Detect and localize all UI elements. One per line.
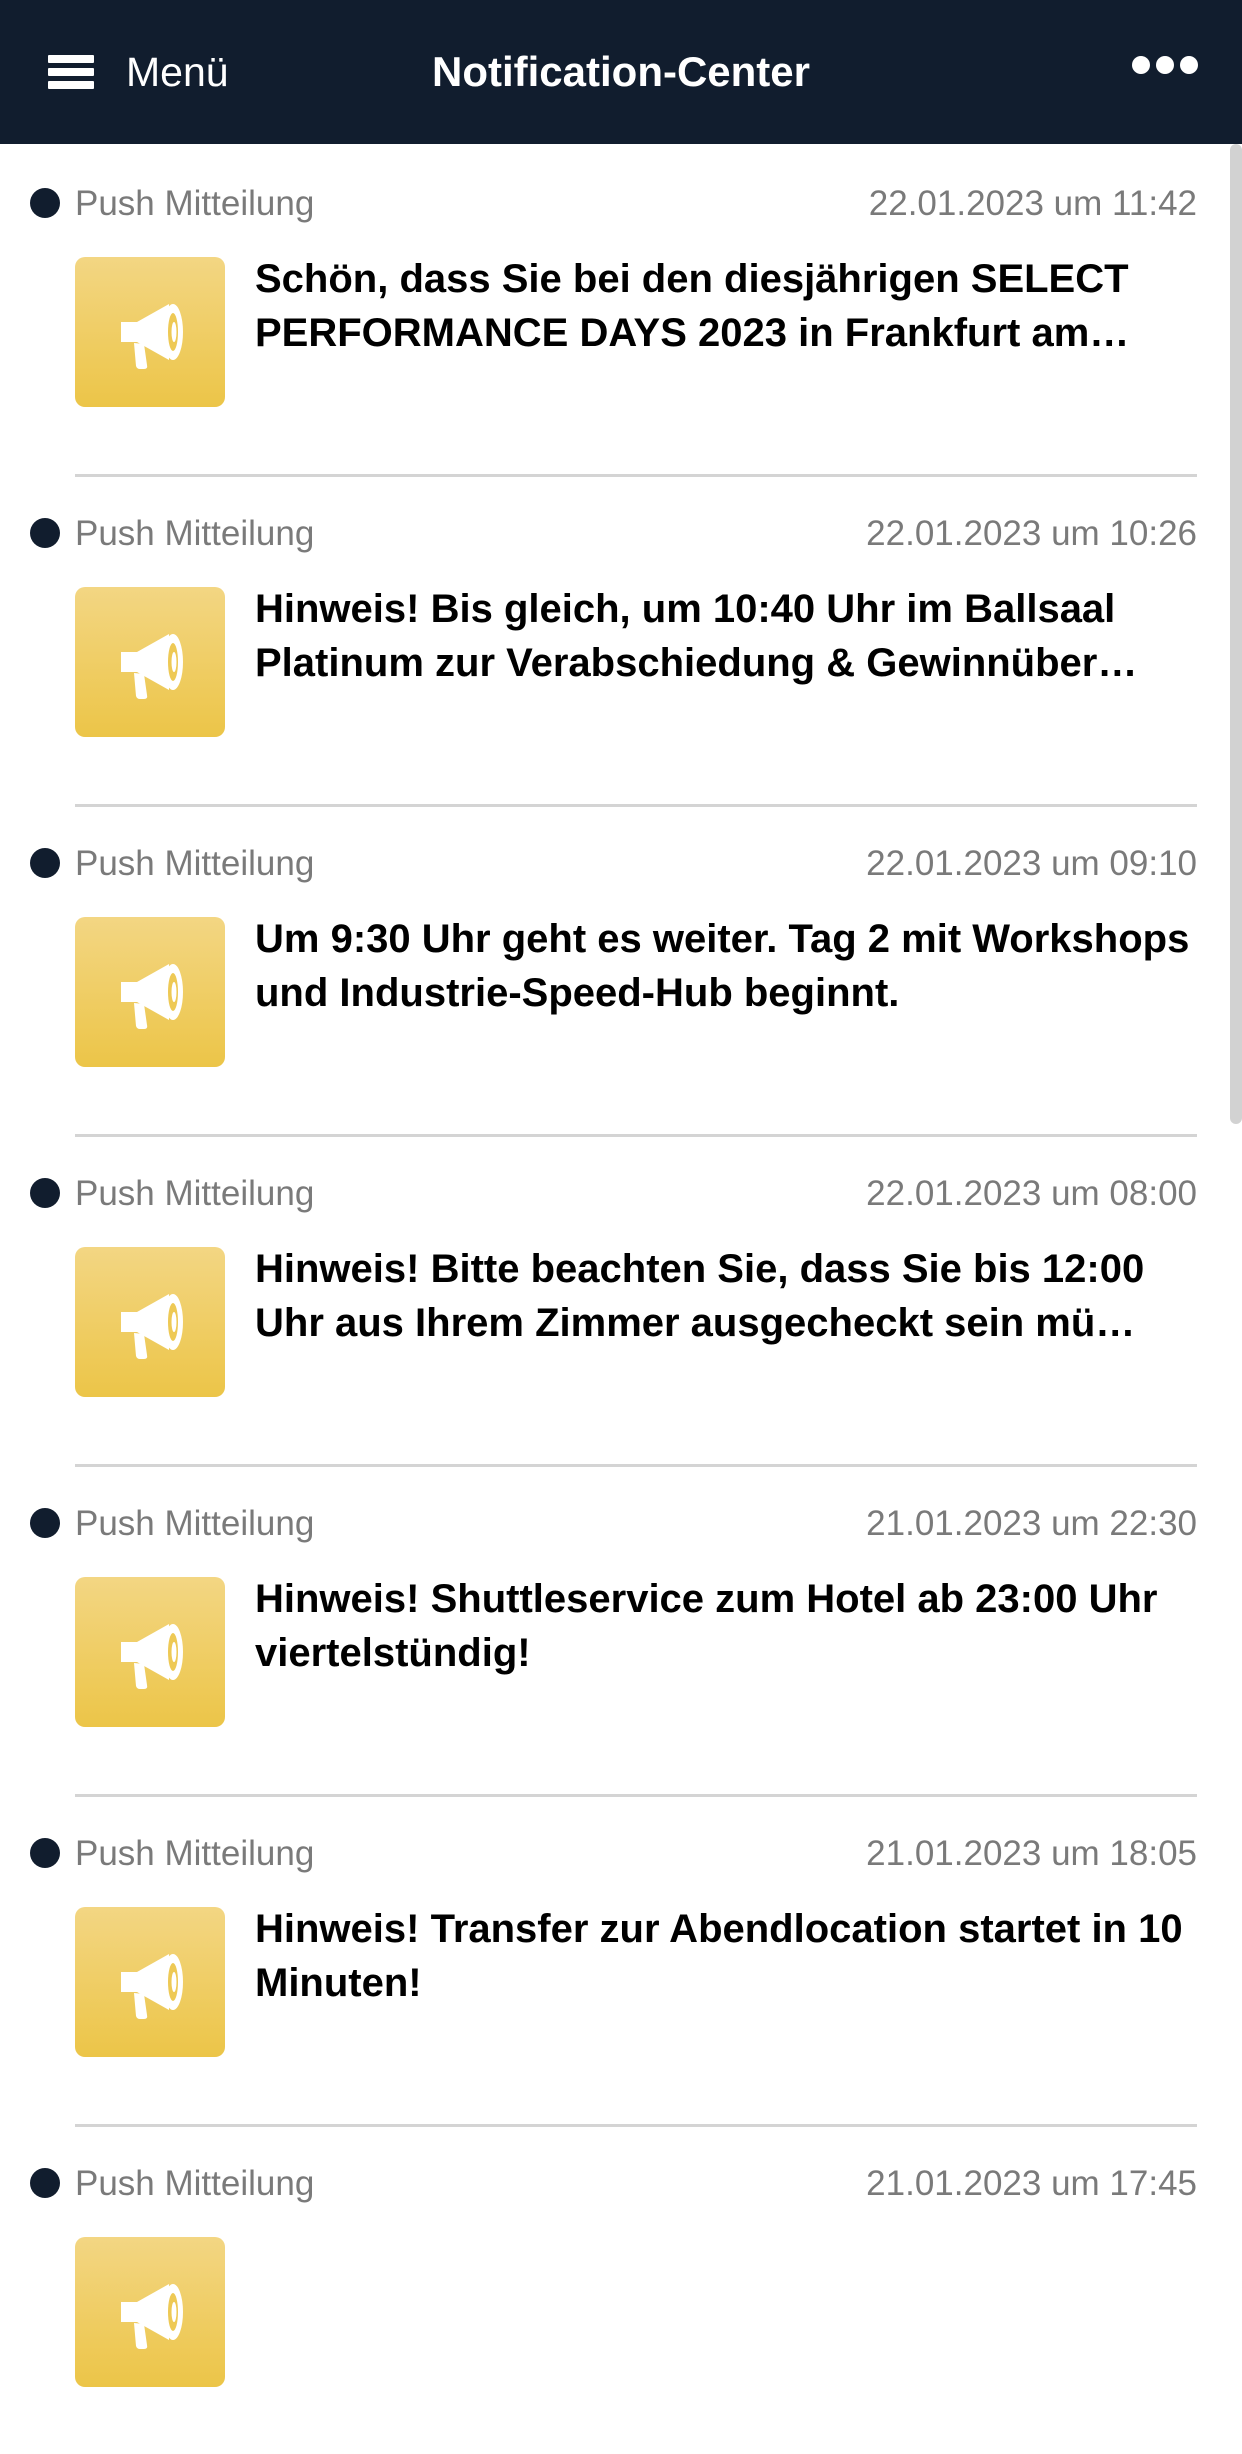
- notification-text: Hinweis! Shuttleservice zum Hotel ab 23:…: [255, 1577, 1158, 1675]
- unread-dot: [30, 1178, 60, 1208]
- megaphone-icon: [75, 1577, 225, 1727]
- megaphone-icon: [75, 257, 225, 407]
- notification-type: Push Mitteilung: [75, 184, 315, 223]
- divider: [75, 474, 1197, 477]
- notification-item[interactable]: Push Mitteilung 22.01.2023 um 10:26 Hinw…: [0, 474, 1242, 804]
- unread-dot: [30, 188, 60, 218]
- divider: [75, 1464, 1197, 1467]
- unread-dot: [30, 1838, 60, 1868]
- notification-type: Push Mitteilung: [75, 2164, 315, 2203]
- unread-dot: [30, 1508, 60, 1538]
- menu-label: Menü: [126, 48, 229, 95]
- divider: [75, 804, 1197, 807]
- megaphone-icon: [75, 1247, 225, 1397]
- notification-item[interactable]: Push Mitteilung 21.01.2023 um 18:05 Hinw…: [0, 1794, 1242, 2124]
- notification-date: 22.01.2023 um 09:10: [866, 844, 1197, 883]
- notification-type: Push Mitteilung: [75, 514, 315, 553]
- notification-type: Push Mitteilung: [75, 1174, 315, 1213]
- hamburger-icon: [48, 55, 94, 89]
- unread-dot: [30, 2168, 60, 2198]
- notification-date: 21.01.2023 um 17:45: [866, 2164, 1197, 2203]
- notification-date: 21.01.2023 um 18:05: [866, 1834, 1197, 1873]
- notification-type: Push Mitteilung: [75, 844, 315, 883]
- notification-list: Push Mitteilung 22.01.2023 um 11:42 Schö…: [0, 144, 1242, 2387]
- megaphone-icon: [75, 917, 225, 1067]
- notification-item[interactable]: Push Mitteilung 22.01.2023 um 09:10 Um 9…: [0, 804, 1242, 1134]
- notification-item[interactable]: Push Mitteilung 22.01.2023 um 11:42 Schö…: [0, 144, 1242, 474]
- megaphone-icon: [75, 2237, 225, 2387]
- more-dots-icon[interactable]: [1132, 56, 1198, 74]
- notification-date: 22.01.2023 um 11:42: [868, 184, 1197, 223]
- divider: [75, 2124, 1197, 2127]
- notification-date: 22.01.2023 um 10:26: [866, 514, 1197, 553]
- notification-text: Hinweis! Bitte beachten Sie, dass Sie bi…: [255, 1247, 1145, 1345]
- app-header: Menü Notification-Center: [0, 0, 1242, 144]
- notification-type: Push Mitteilung: [75, 1834, 315, 1873]
- unread-dot: [30, 518, 60, 548]
- megaphone-icon: [75, 1907, 225, 2057]
- unread-dot: [30, 848, 60, 878]
- megaphone-icon: [75, 587, 225, 737]
- notification-date: 21.01.2023 um 22:30: [866, 1504, 1197, 1543]
- notification-type: Push Mitteilung: [75, 1504, 315, 1543]
- notification-text: Hinweis! Transfer zur Abendlocation star…: [255, 1907, 1183, 2005]
- divider: [75, 1134, 1197, 1137]
- notification-text: Schön, dass Sie bei den diesjährigen SEL…: [255, 257, 1130, 355]
- notification-item[interactable]: Push Mitteilung 22.01.2023 um 08:00 Hinw…: [0, 1134, 1242, 1464]
- notification-item[interactable]: Push Mitteilung 21.01.2023 um 17:45: [0, 2124, 1242, 2454]
- notification-text: Hinweis! Bis gleich, um 10:40 Uhr im Bal…: [255, 587, 1138, 685]
- scrollbar[interactable]: [1230, 144, 1242, 1124]
- notification-text: Um 9:30 Uhr geht es weiter. Tag 2 mit Wo…: [255, 917, 1190, 1015]
- notification-item[interactable]: Push Mitteilung 21.01.2023 um 22:30 Hinw…: [0, 1464, 1242, 1794]
- divider: [75, 1794, 1197, 1797]
- menu-button[interactable]: Menü: [48, 42, 229, 102]
- notification-date: 22.01.2023 um 08:00: [866, 1174, 1197, 1213]
